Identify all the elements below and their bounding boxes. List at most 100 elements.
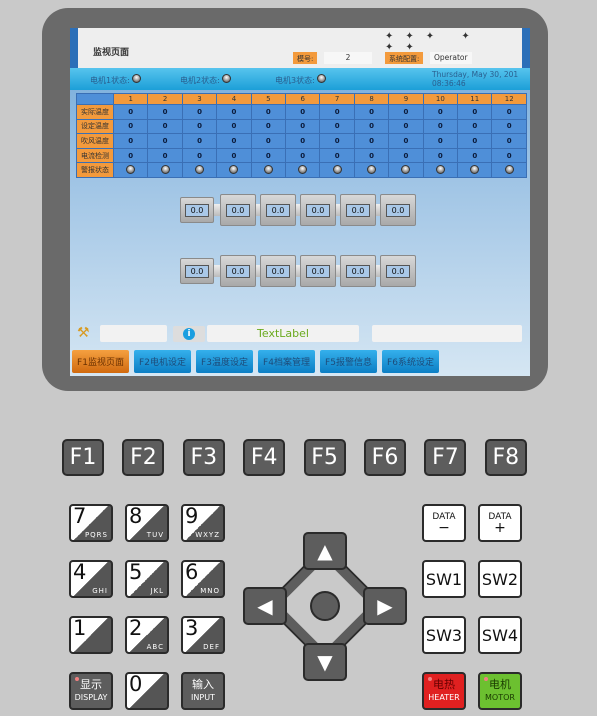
key-4[interactable]: 4 GHI: [69, 560, 113, 598]
arrow-right-icon: ▶: [377, 594, 393, 618]
motor3-status: 电机3状态:: [275, 74, 327, 86]
key-f5[interactable]: F5: [303, 439, 346, 476]
zone-value-display[interactable]: 0.0: [380, 255, 416, 287]
arrow-down-icon: ▼: [317, 650, 333, 674]
table-cell: 0: [491, 104, 527, 120]
zone-value-display[interactable]: 0.0: [260, 194, 296, 226]
key-sw4[interactable]: SW4: [478, 616, 522, 654]
table-cell: 0: [250, 104, 287, 120]
key-sw1[interactable]: SW1: [422, 560, 466, 598]
alarm-led-icon: [229, 164, 239, 174]
motor1-status: 电机1状态:: [90, 74, 142, 86]
hammer-icon[interactable]: ⚒: [77, 325, 90, 341]
tab-f4[interactable]: F4档案管理: [258, 350, 315, 373]
table-cell: 0: [250, 147, 287, 164]
input-key[interactable]: 输入 INPUT: [181, 672, 225, 710]
key-3[interactable]: 3 DEF: [181, 616, 225, 654]
zone-value-display[interactable]: 0.0: [220, 194, 256, 226]
table-cell: 0: [216, 104, 252, 120]
table-cell: 0: [147, 104, 183, 120]
key-6[interactable]: 6 MNO: [181, 560, 225, 598]
tab-f2[interactable]: F2电机设定: [134, 350, 191, 373]
dpad-center-button[interactable]: [310, 591, 340, 621]
alarm-led-icon: [470, 164, 480, 174]
key-5[interactable]: 5 JKL: [125, 560, 169, 598]
zone-value-display[interactable]: 0.0: [380, 194, 416, 226]
key-f7[interactable]: F7: [424, 439, 467, 476]
zone-value-display[interactable]: 0.0: [220, 255, 256, 287]
table-cell: 0: [147, 133, 183, 149]
alarm-led-icon: [504, 164, 514, 174]
tab-f1[interactable]: F1监视页面: [72, 350, 129, 373]
tab-f3[interactable]: F3温度设定: [196, 350, 253, 373]
right-field[interactable]: [372, 325, 522, 342]
table-cell: 0: [285, 147, 321, 164]
arrow-right-key[interactable]: ▶: [363, 587, 407, 625]
key-f2[interactable]: F2: [122, 439, 165, 476]
heater-key[interactable]: 电热 HEATER: [422, 672, 466, 710]
data-plus-key[interactable]: DATA +: [478, 504, 522, 542]
model-field[interactable]: 2: [324, 52, 372, 64]
config-label: 系统配置:: [385, 52, 424, 64]
text-label: TextLabel: [207, 325, 359, 342]
key-sw3[interactable]: SW3: [422, 616, 466, 654]
zone-value-display[interactable]: 0.0: [260, 255, 296, 287]
column-header: 8: [353, 93, 390, 105]
table-cell: 0: [147, 147, 183, 164]
arrow-left-key[interactable]: ◀: [243, 587, 287, 625]
model-label: 模号:: [293, 52, 318, 64]
zone-value-display[interactable]: 0.0: [180, 197, 214, 223]
display-key[interactable]: 显示 DISPLAY: [69, 672, 113, 710]
table-cell: 0: [353, 133, 390, 149]
key-f8[interactable]: F8: [484, 439, 527, 476]
key-0[interactable]: 0: [125, 672, 169, 710]
table-cell: 0: [422, 104, 459, 120]
table-cell: 0: [457, 104, 493, 120]
key-1[interactable]: 1: [69, 616, 113, 654]
temperature-table: 1 2 3 4 5 6 7 8 9 10 11 12 实际温度 0 0 0 0 0 0 0 0 0 0 0 0 设定温度 0 0 0 0 0…: [76, 93, 527, 178]
key-f3[interactable]: F3: [182, 439, 225, 476]
key-f4[interactable]: F4: [243, 439, 286, 476]
zone-value-display[interactable]: 0.0: [300, 194, 336, 226]
key-f6[interactable]: F6: [364, 439, 406, 476]
alarm-led-icon: [263, 164, 273, 174]
motor-key[interactable]: 电机 MOTOR: [478, 672, 522, 710]
tab-f5[interactable]: F5报警信息: [320, 350, 377, 373]
key-sw2[interactable]: SW2: [478, 560, 522, 598]
column-header: 4: [216, 93, 252, 105]
table-row: 电流检测 0 0 0 0 0 0 0 0 0 0 0 0: [76, 147, 527, 164]
alarm-led-icon: [298, 164, 308, 174]
table-corner: [76, 93, 114, 105]
table-cell: 0: [181, 118, 218, 135]
data-minus-key[interactable]: DATA −: [422, 504, 466, 542]
info-button[interactable]: i: [173, 326, 205, 342]
leaf-decoration-icon: ✦✦✦ ✦ ✦✦: [385, 31, 482, 53]
alarm-led-icon: [435, 164, 445, 174]
table-cell: 0: [181, 104, 218, 120]
zone-value-display[interactable]: 0.0: [300, 255, 336, 287]
table-cell: 0: [422, 133, 459, 149]
alarm-led-icon: [332, 164, 342, 174]
zone-value-display[interactable]: 0.0: [340, 255, 376, 287]
column-header: 11: [457, 93, 493, 105]
table-cell: 0: [181, 133, 218, 149]
table-cell: 0: [422, 118, 459, 135]
key-2[interactable]: 2 ABC: [125, 616, 169, 654]
key-8[interactable]: 8 TUV: [125, 504, 169, 542]
table-cell: 0: [285, 118, 321, 135]
arrow-down-key[interactable]: ▼: [303, 643, 347, 681]
table-cell: 0: [285, 133, 321, 149]
tab-f6[interactable]: F6系统设定: [382, 350, 439, 373]
config-field[interactable]: Operator: [430, 52, 472, 64]
table-cell: 0: [285, 104, 321, 120]
table-cell: 0: [250, 133, 287, 149]
zone-value-display[interactable]: 0.0: [340, 194, 376, 226]
key-f1[interactable]: F1: [62, 439, 104, 476]
left-field[interactable]: [100, 325, 167, 342]
header: 监视页面 模号: 2 系统配置: Operator ✦✦✦ ✦ ✦✦: [70, 28, 530, 68]
zone-value-display[interactable]: 0.0: [180, 258, 214, 284]
led-icon: [317, 74, 327, 83]
key-7[interactable]: 7 PQRS: [69, 504, 113, 542]
arrow-up-key[interactable]: ▲: [303, 532, 347, 570]
key-9[interactable]: 9 WXYZ: [181, 504, 225, 542]
